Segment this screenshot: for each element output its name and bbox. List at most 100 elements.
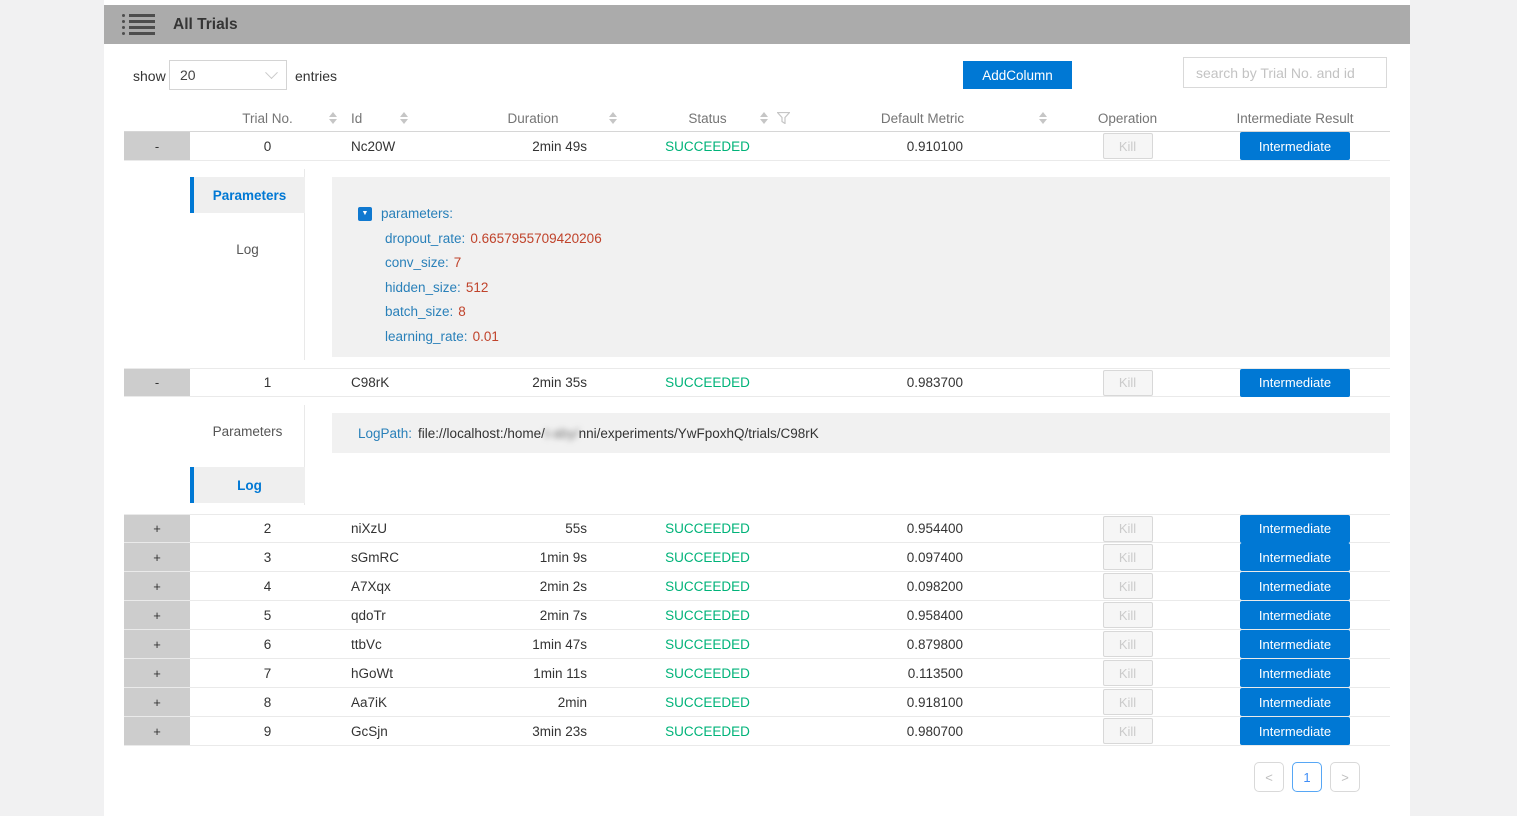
expand-row-button[interactable]: + [124, 543, 190, 571]
table-row: + 8 Aa7iK 2min SUCCEEDED 0.918100 Kill I… [124, 688, 1390, 717]
trial-id: niXzU [345, 515, 465, 542]
expand-row-button[interactable]: + [124, 717, 190, 745]
sort-icon[interactable] [329, 112, 337, 124]
search-input[interactable] [1183, 57, 1387, 88]
add-column-button[interactable]: AddColumn [963, 61, 1072, 89]
intermediate-button[interactable]: Intermediate [1240, 515, 1350, 543]
header-intermediate-result: Intermediate Result [1200, 105, 1390, 131]
expand-row-button[interactable]: + [124, 601, 190, 629]
kill-button[interactable]: Kill [1103, 516, 1153, 542]
intermediate-button[interactable]: Intermediate [1240, 369, 1350, 397]
status-badge: SUCCEEDED [625, 630, 790, 658]
prev-page-button[interactable]: < [1254, 762, 1284, 792]
sort-icon[interactable] [400, 112, 408, 124]
status-badge: SUCCEEDED [625, 659, 790, 687]
trial-id: A7Xqx [345, 572, 465, 600]
redacted-username: t-aby/ [545, 426, 579, 441]
trial-id: Aa7iK [345, 688, 465, 716]
expand-row-button[interactable]: + [124, 515, 190, 542]
chevron-down-icon [265, 66, 278, 79]
tab-parameters[interactable]: Parameters [190, 177, 305, 213]
intermediate-button[interactable]: Intermediate [1240, 543, 1350, 571]
collapse-json-icon[interactable]: ▼ [358, 207, 372, 221]
status-badge: SUCCEEDED [625, 601, 790, 629]
table-row: - 0 Nc20W 2min 49s SUCCEEDED 0.910100 Ki… [124, 132, 1390, 161]
row0-detail-panel: Parameters Log ▼ parameters: dropout_rat… [124, 169, 1390, 360]
kill-button[interactable]: Kill [1103, 718, 1153, 744]
intermediate-button[interactable]: Intermediate [1240, 688, 1350, 716]
expand-row-button[interactable]: + [124, 630, 190, 658]
header-trial-no[interactable]: Trial No. [190, 105, 345, 131]
kill-button[interactable]: Kill [1103, 660, 1153, 686]
default-metric: 0.918100 [790, 688, 1055, 716]
kill-button[interactable]: Kill [1103, 370, 1153, 396]
kill-button[interactable]: Kill [1103, 133, 1153, 159]
expand-row-button[interactable]: + [124, 659, 190, 687]
trial-no: 7 [190, 659, 345, 687]
default-metric: 0.098200 [790, 572, 1055, 600]
default-metric: 0.958400 [790, 601, 1055, 629]
tab-parameters[interactable]: Parameters [190, 413, 305, 449]
trial-no: 1 [190, 369, 345, 396]
status-badge: SUCCEEDED [625, 688, 790, 716]
header-default-metric[interactable]: Default Metric [790, 105, 1055, 131]
trial-no: 5 [190, 601, 345, 629]
default-metric: 0.113500 [790, 659, 1055, 687]
page-1-button[interactable]: 1 [1292, 762, 1322, 792]
log-panel: LogPath: file://localhost:/home/t-aby/nn… [332, 413, 1390, 505]
header-expander [124, 105, 190, 131]
intermediate-button[interactable]: Intermediate [1240, 132, 1350, 160]
table-row: - 1 C98rK 2min 35s SUCCEEDED 0.983700 Ki… [124, 368, 1390, 397]
kill-button[interactable]: Kill [1103, 602, 1153, 628]
expand-row-button[interactable]: + [124, 688, 190, 716]
trial-duration: 2min 35s [465, 369, 625, 396]
entries-label: entries [295, 68, 337, 84]
sort-icon[interactable] [609, 112, 617, 124]
table-row: + 9 GcSjn 3min 23s SUCCEEDED 0.980700 Ki… [124, 717, 1390, 746]
header-operation: Operation [1055, 105, 1200, 131]
logpath-label: LogPath: [358, 426, 412, 441]
trial-id: GcSjn [345, 717, 465, 745]
status-badge: SUCCEEDED [625, 369, 790, 396]
kill-button[interactable]: Kill [1103, 544, 1153, 570]
intermediate-button[interactable]: Intermediate [1240, 630, 1350, 658]
all-trials-panel: All Trials show 20 entries AddColumn Tri… [104, 0, 1410, 816]
table-row: + 5 qdoTr 2min 7s SUCCEEDED 0.958400 Kil… [124, 601, 1390, 630]
trial-duration: 3min 23s [465, 717, 625, 745]
intermediate-button[interactable]: Intermediate [1240, 572, 1350, 600]
param-line: dropout_rate:0.6657955709420206 [358, 227, 1390, 252]
param-line: hidden_size:512 [358, 276, 1390, 301]
parameters-panel: ▼ parameters: dropout_rate:0.66579557094… [332, 177, 1390, 357]
kill-button[interactable]: Kill [1103, 631, 1153, 657]
tab-log[interactable]: Log [190, 231, 305, 267]
default-metric: 0.097400 [790, 543, 1055, 571]
header-status[interactable]: Status [625, 105, 790, 131]
tab-log[interactable]: Log [190, 467, 305, 503]
pagination: < 1 > [1254, 762, 1360, 792]
sort-icon[interactable] [1039, 112, 1047, 124]
header-duration[interactable]: Duration [465, 105, 625, 131]
collapse-row-button[interactable]: - [124, 369, 190, 396]
trial-id: Nc20W [345, 132, 465, 160]
header-id[interactable]: Id [345, 105, 465, 131]
trial-no: 6 [190, 630, 345, 658]
trial-duration: 2min [465, 688, 625, 716]
collapse-row-button[interactable]: - [124, 132, 190, 160]
trial-duration: 1min 47s [465, 630, 625, 658]
next-page-button[interactable]: > [1330, 762, 1360, 792]
intermediate-button[interactable]: Intermediate [1240, 717, 1350, 745]
kill-button[interactable]: Kill [1103, 689, 1153, 715]
status-badge: SUCCEEDED [625, 717, 790, 745]
kill-button[interactable]: Kill [1103, 573, 1153, 599]
intermediate-button[interactable]: Intermediate [1240, 659, 1350, 687]
intermediate-button[interactable]: Intermediate [1240, 601, 1350, 629]
entries-select-value: 20 [180, 67, 196, 83]
entries-select[interactable]: 20 [169, 60, 287, 90]
default-metric: 0.910100 [790, 132, 1055, 160]
trial-id: sGmRC [345, 543, 465, 571]
trial-no: 2 [190, 515, 345, 542]
sort-icon[interactable] [760, 112, 768, 124]
filter-icon[interactable] [777, 112, 790, 124]
expand-row-button[interactable]: + [124, 572, 190, 600]
logpath-line: LogPath: file://localhost:/home/t-aby/nn… [332, 413, 1390, 453]
